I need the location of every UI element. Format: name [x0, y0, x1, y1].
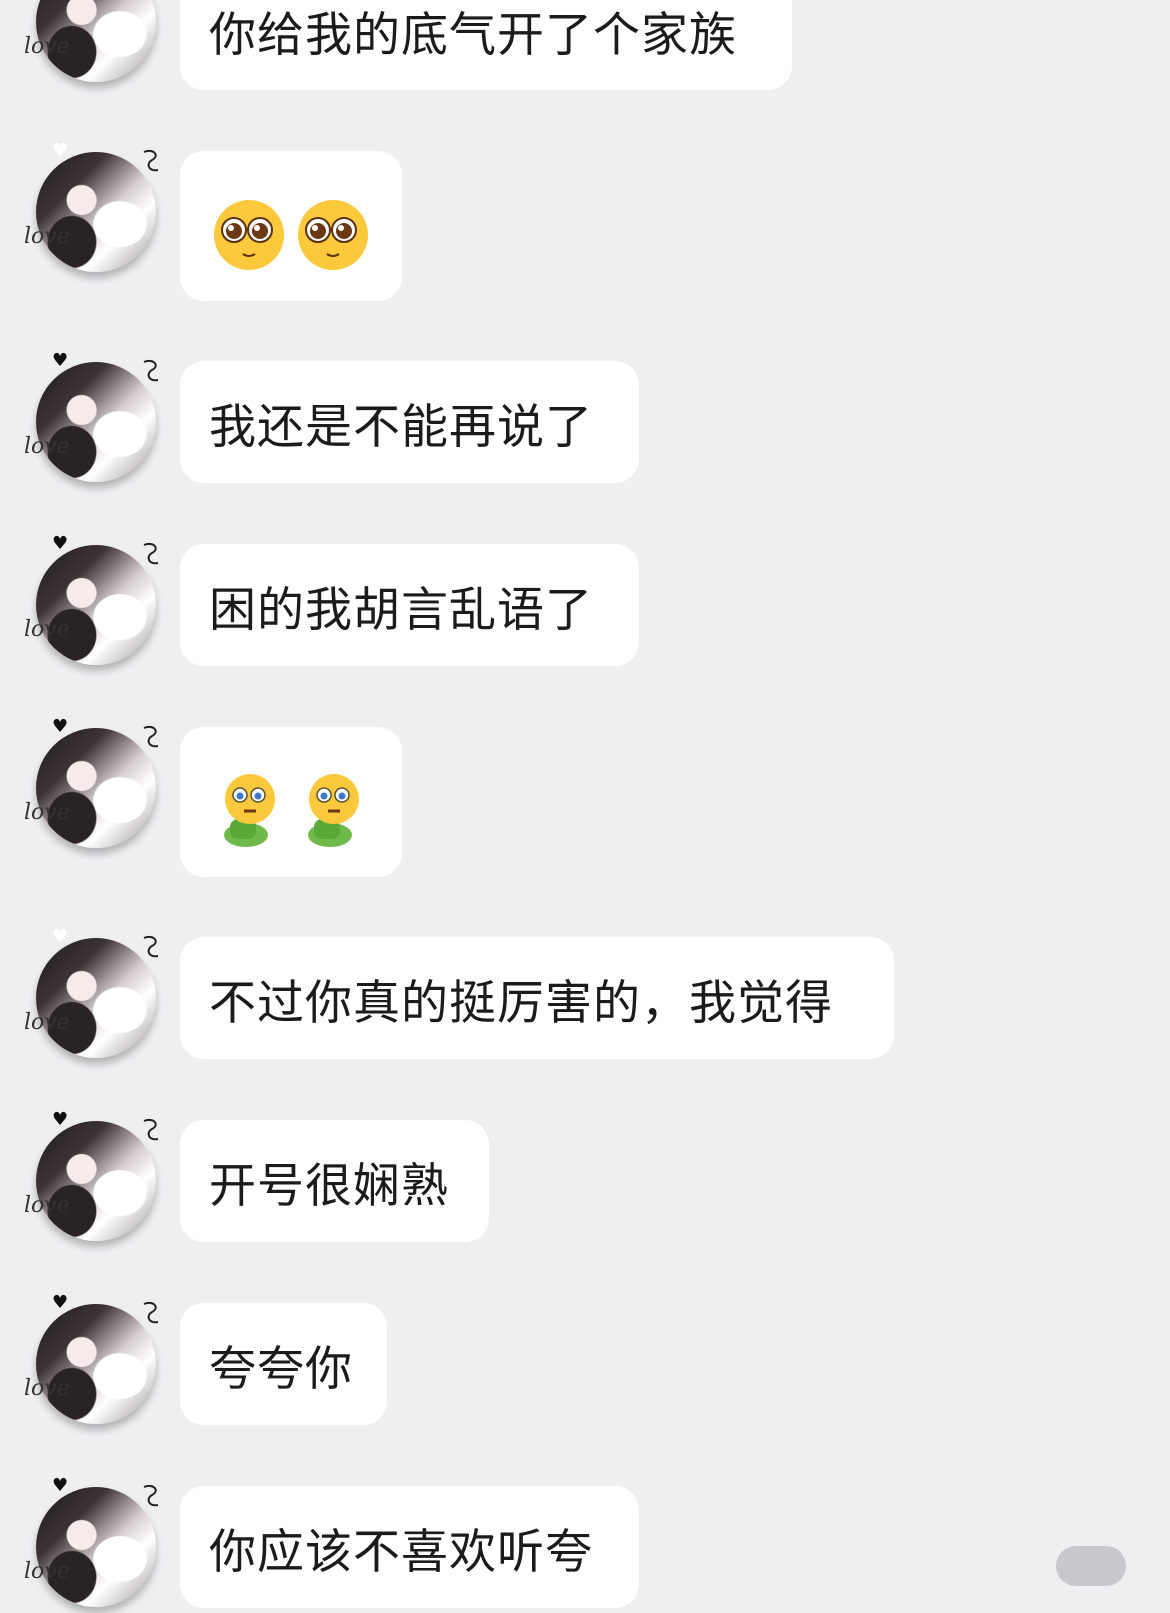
avatar-photo: [36, 362, 156, 482]
swirl-icon: [143, 1302, 159, 1324]
message-bubble[interactable]: 开号很娴熟: [180, 1120, 489, 1242]
message-text: 夸夸你: [209, 1341, 353, 1397]
heart-icon: ♥: [52, 1475, 69, 1496]
message-bubble[interactable]: 我还是不能再说了: [180, 361, 639, 483]
avatar-love-text: love: [24, 434, 70, 459]
avatar-photo: [36, 938, 156, 1058]
scroll-to-bottom-button[interactable]: [1056, 1546, 1126, 1586]
avatar-photo: [36, 1487, 156, 1607]
avatar-photo: [36, 1304, 156, 1424]
message-text: 开号很娴熟: [209, 1158, 449, 1214]
avatar-love-text: love: [24, 224, 70, 249]
message-text: 不过你真的挺厉害的，我觉得: [209, 975, 833, 1031]
avatar-photo: [36, 545, 156, 665]
message-text: 你给我的底气开了个家族: [209, 7, 737, 63]
heart-icon: ♥: [52, 926, 69, 947]
message-bubble[interactable]: 你应该不喜欢听夸: [180, 1486, 639, 1608]
heart-icon: ♥: [52, 350, 69, 371]
swirl-icon: [143, 543, 159, 565]
avatar[interactable]: ♥ love: [22, 531, 162, 671]
swirl-icon: [143, 360, 159, 382]
emoji-message-bubble[interactable]: [180, 727, 402, 877]
avatar[interactable]: love: [22, 0, 162, 88]
message-bubble[interactable]: 不过你真的挺厉害的，我觉得: [180, 937, 894, 1059]
crying-sitting-emoji-icon: [224, 774, 275, 847]
swirl-icon: [143, 936, 159, 958]
heart-icon: ♥: [52, 1109, 69, 1130]
avatar[interactable]: ♥ love: [22, 138, 162, 278]
swirl-icon: [143, 1119, 159, 1141]
avatar[interactable]: ♥ love: [22, 1473, 162, 1613]
heart-icon: ♥: [52, 1292, 69, 1313]
swirl-icon: [143, 150, 159, 172]
avatar[interactable]: ♥ love: [22, 924, 162, 1064]
avatar-love-text: love: [24, 34, 70, 59]
pleading-face-emoji-icon: [298, 200, 368, 270]
crying-sitting-emoji-icon: [308, 774, 359, 847]
avatar-photo: [36, 1121, 156, 1241]
message-text: 我还是不能再说了: [209, 399, 593, 455]
avatar-photo: [36, 152, 156, 272]
pleading-face-emoji-icon: [214, 200, 284, 270]
message-bubble[interactable]: 夸夸你: [180, 1303, 387, 1425]
emoji-message-bubble[interactable]: [180, 151, 402, 301]
avatar[interactable]: ♥ love: [22, 348, 162, 488]
avatar[interactable]: ♥ love: [22, 1290, 162, 1430]
avatar[interactable]: ♥ love: [22, 1107, 162, 1247]
avatar-love-text: love: [24, 1376, 70, 1401]
chat-message-list[interactable]: love 你给我的底气开了个家族 ♥ love ♥ love 我还是不能再说了 …: [0, 0, 1170, 1608]
avatar-photo: [36, 728, 156, 848]
message-text: 你应该不喜欢听夸: [209, 1524, 593, 1580]
heart-icon: ♥: [52, 140, 69, 161]
message-bubble[interactable]: 你给我的底气开了个家族: [180, 0, 792, 90]
heart-icon: ♥: [52, 716, 69, 737]
avatar-love-text: love: [24, 1193, 70, 1218]
avatar-love-text: love: [24, 1559, 70, 1584]
avatar[interactable]: ♥ love: [22, 714, 162, 854]
avatar-love-text: love: [24, 617, 70, 642]
message-text: 困的我胡言乱语了: [209, 582, 593, 638]
swirl-icon: [143, 1485, 159, 1507]
swirl-icon: [143, 726, 159, 748]
message-bubble[interactable]: 困的我胡言乱语了: [180, 544, 639, 666]
heart-icon: ♥: [52, 533, 69, 554]
avatar-love-text: love: [24, 1010, 70, 1035]
avatar-love-text: love: [24, 800, 70, 825]
